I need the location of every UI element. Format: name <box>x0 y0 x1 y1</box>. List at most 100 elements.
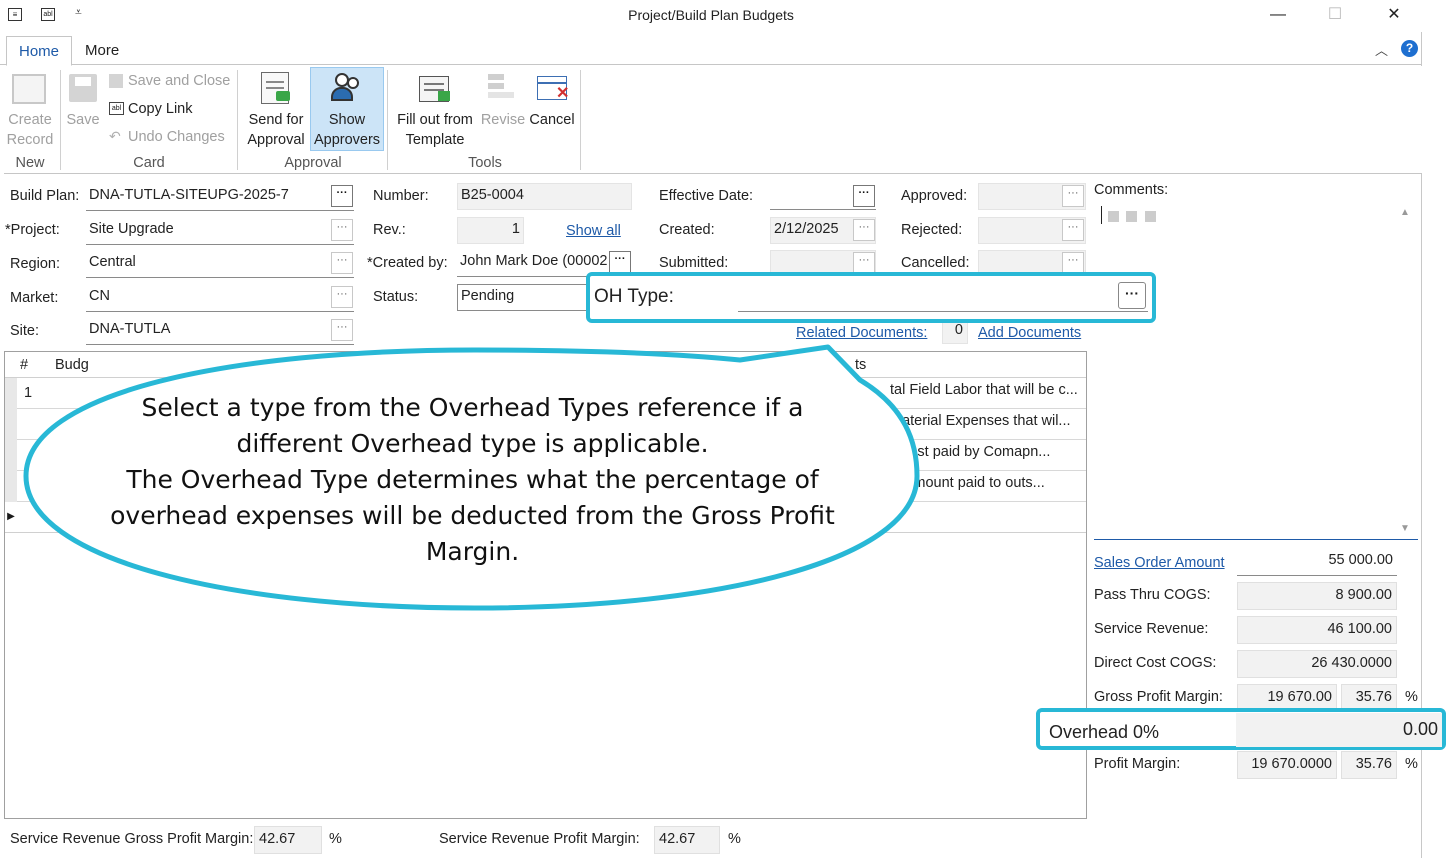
number-label: Number: <box>373 188 429 204</box>
effective-date-label: Effective Date: <box>659 188 754 204</box>
region-field[interactable]: Central <box>86 251 354 278</box>
project-lookup-button[interactable]: ··· <box>331 219 353 241</box>
overhead-field: 0.00 <box>1236 713 1442 747</box>
sales-order-amount-field[interactable]: 55 000.00 <box>1237 548 1397 576</box>
revise-icon <box>488 74 516 102</box>
overhead-label: Overhead 0% <box>1049 722 1160 742</box>
cancelled-picker-button[interactable]: ··· <box>1062 252 1084 274</box>
scroll-up-icon[interactable]: ▲ <box>1400 207 1410 218</box>
cancel-button[interactable]: Cancel <box>526 110 578 130</box>
send-for-approval-button[interactable]: Send for Approval <box>242 110 310 150</box>
region-label: Region: <box>10 256 60 272</box>
ribbon-separator <box>580 70 581 170</box>
gross-profit-margin-label: Gross Profit Margin: <box>1094 689 1223 705</box>
created-by-label: *Created by: <box>367 255 448 271</box>
rev-label: Rev.: <box>373 222 406 238</box>
site-lookup-button[interactable]: ··· <box>331 319 353 341</box>
maximize-button[interactable]: ☐ <box>1313 4 1357 28</box>
close-button[interactable]: ✕ <box>1372 4 1416 28</box>
save-and-close-button[interactable]: Save and Close <box>128 70 230 92</box>
group-label-tools: Tools <box>468 155 502 171</box>
cancelled-label: Cancelled: <box>901 255 970 271</box>
cancel-icon: ✕ <box>537 76 569 102</box>
save-button[interactable]: Save <box>64 110 102 130</box>
editor-placeholder-icon <box>1126 211 1137 222</box>
project-label: *Project: <box>5 222 60 238</box>
market-field[interactable]: CN <box>86 285 354 312</box>
project-field[interactable]: Site Upgrade <box>86 218 354 245</box>
tab-home[interactable]: Home <box>6 36 73 66</box>
direct-cost-cogs-label: Direct Cost COGS: <box>1094 655 1217 671</box>
scroll-down-icon[interactable]: ▼ <box>1400 523 1410 534</box>
tab-more[interactable]: More <box>73 36 131 66</box>
fill-out-from-template-button[interactable]: Fill out from Template <box>392 110 478 150</box>
editor-placeholder-icon <box>1145 211 1156 222</box>
group-label-card: Card <box>133 155 165 171</box>
profit-margin-label: Profit Margin: <box>1094 756 1181 772</box>
ribbon-tab-bar <box>0 35 1422 65</box>
revise-button[interactable]: Revise <box>480 110 526 130</box>
service-revenue-pm-field: 42.67 <box>654 826 720 854</box>
build-plan-label: Build Plan: <box>10 188 80 204</box>
ribbon-separator <box>60 70 61 170</box>
minimize-button[interactable]: — <box>1256 4 1300 28</box>
gross-profit-margin-unit: % <box>1405 689 1418 705</box>
site-field[interactable]: DNA-TUTLA <box>86 318 354 345</box>
copy-link-button[interactable]: Copy Link <box>128 98 192 120</box>
effective-date-picker-button[interactable]: ··· <box>853 185 875 207</box>
speech-bubble-text: Select a type from the Overhead Types re… <box>110 393 835 566</box>
oh-type-lookup-button[interactable]: ··· <box>1118 282 1146 309</box>
add-documents-link[interactable]: Add Documents <box>978 325 1081 341</box>
service-revenue-pm-unit: % <box>728 831 741 847</box>
create-record-button[interactable]: Create Record <box>4 110 56 150</box>
comments-textarea[interactable] <box>1094 202 1418 540</box>
profit-margin-pct-field: 35.76 <box>1341 751 1397 779</box>
save-icon <box>69 74 97 102</box>
editor-placeholder-icon <box>1108 211 1119 222</box>
approved-picker-button[interactable]: ··· <box>1062 185 1084 207</box>
market-label: Market: <box>10 290 59 306</box>
text-cursor <box>1101 206 1102 224</box>
build-plan-lookup-button[interactable]: ··· <box>331 185 353 207</box>
related-documents-link[interactable]: Related Documents: <box>796 325 927 341</box>
sales-order-amount-link[interactable]: Sales Order Amount <box>1094 555 1225 571</box>
collapse-ribbon-icon[interactable]: ︿ <box>1375 40 1388 59</box>
group-label-approval: Approval <box>284 155 342 171</box>
rejected-picker-button[interactable]: ··· <box>1062 219 1084 241</box>
service-revenue-label: Service Revenue: <box>1094 621 1209 637</box>
undo-icon: ↶ <box>109 128 121 144</box>
created-picker-button[interactable]: ··· <box>853 219 875 241</box>
pass-thru-cogs-field: 8 900.00 <box>1237 582 1397 610</box>
comments-label: Comments: <box>1094 182 1169 198</box>
window-title: Project/Build Plan Budgets <box>628 7 794 23</box>
undo-changes-button[interactable]: Undo Changes <box>128 126 225 148</box>
show-all-link[interactable]: Show all <box>566 223 621 239</box>
rev-field: 1 <box>457 217 524 244</box>
submitted-label: Submitted: <box>659 255 729 271</box>
create-record-icon <box>12 74 46 104</box>
service-revenue-field: 46 100.00 <box>1237 616 1397 644</box>
build-plan-field[interactable]: DNA-TUTLA-SITEUPG-2025-7 <box>86 184 354 211</box>
created-by-lookup-button[interactable]: ··· <box>609 251 631 273</box>
region-lookup-button[interactable]: ··· <box>331 252 353 274</box>
grid-new-row-icon[interactable]: ▶ <box>5 502 17 532</box>
rejected-label: Rejected: <box>901 222 963 238</box>
show-approvers-button[interactable]: Show Approvers <box>310 110 384 150</box>
grid-row-selector-column <box>5 378 17 502</box>
submitted-picker-button[interactable]: ··· <box>853 252 875 274</box>
oh-type-field[interactable] <box>738 282 1148 312</box>
group-label-new: New <box>15 155 45 171</box>
help-icon[interactable]: ? <box>1401 40 1418 57</box>
profit-margin-field: 19 670.0000 <box>1237 751 1337 779</box>
service-revenue-gpm-label: Service Revenue Gross Profit Margin: <box>10 831 254 847</box>
service-revenue-pm-label: Service Revenue Profit Margin: <box>439 831 640 847</box>
ribbon-separator <box>237 70 238 170</box>
number-field: B25-0004 <box>457 183 632 210</box>
related-documents-count: 0 <box>942 320 968 344</box>
status-label: Status: <box>373 289 419 305</box>
oh-type-label: OH Type: <box>594 286 674 307</box>
profit-margin-unit: % <box>1405 756 1418 772</box>
send-for-approval-icon <box>261 72 290 104</box>
market-lookup-button[interactable]: ··· <box>331 286 353 308</box>
copy-link-icon: abl <box>109 102 124 115</box>
